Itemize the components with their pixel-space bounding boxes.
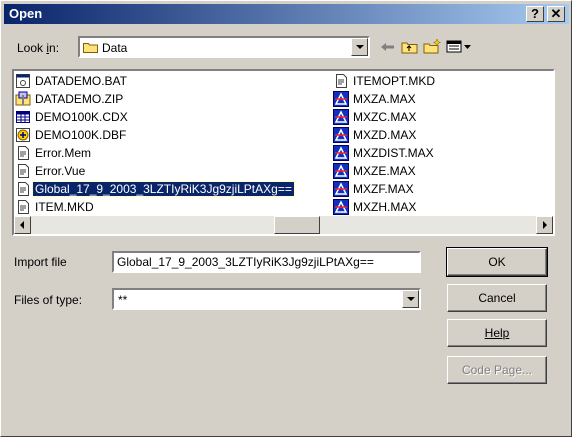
file-name: Error.Mem (35, 145, 92, 160)
document-icon (15, 163, 31, 179)
file-name: DATADEMO.ZIP (35, 91, 124, 106)
view-menu-icon (446, 40, 471, 53)
zip-file-icon (15, 91, 31, 107)
file-item[interactable]: Error.Mem (15, 144, 93, 161)
grid-file-icon (15, 109, 31, 125)
file-item[interactable]: MXZDIST.MAX (333, 144, 436, 161)
file-item[interactable]: MXZA.MAX (333, 90, 418, 107)
ok-button[interactable]: OK (446, 247, 548, 277)
new-folder-icon (423, 38, 442, 54)
file-item[interactable]: Error.Vue (15, 162, 87, 179)
folder-icon (83, 41, 98, 53)
files-of-type-value: ** (118, 293, 128, 307)
look-in-dropdown-button[interactable] (351, 38, 368, 56)
files-of-type-dropdown-button[interactable] (402, 290, 419, 308)
file-item[interactable]: DEMO100K.DBF (15, 126, 128, 143)
code-page-button[interactable]: Code Page... (447, 356, 547, 384)
close-button[interactable]: ✕ (547, 6, 565, 22)
file-name: MXZD.MAX (353, 127, 417, 142)
file-item[interactable]: MXZH.MAX (333, 198, 418, 215)
file-name: MXZA.MAX (353, 91, 416, 106)
file-item[interactable]: MXZF.MAX (333, 180, 416, 197)
file-name: Global_17_9_2003_3LZTIyRiK3Jg9zjiLPtAXg=… (32, 180, 295, 197)
file-name: MXZC.MAX (353, 109, 417, 124)
file-name: DATADEMO.BAT (35, 73, 128, 88)
help-button[interactable]: Help (447, 319, 547, 347)
open-dialog: Open ? ✕ Look in: Data DATADEMO.BAT DATAD… (0, 0, 572, 437)
files-of-type-label: Files of type: (14, 293, 83, 307)
scroll-right-button[interactable] (536, 216, 553, 234)
files-of-type-combo[interactable]: ** (112, 288, 421, 310)
file-item[interactable]: DATADEMO.BAT (15, 72, 129, 89)
import-file-label: Import file (14, 255, 67, 269)
file-item[interactable]: ITEMOPT.MKD (333, 72, 437, 89)
batch-file-icon (15, 73, 31, 89)
file-item[interactable]: ITEM.MKD (15, 198, 96, 215)
scroll-thumb[interactable] (274, 216, 320, 234)
file-name: ITEMOPT.MKD (353, 73, 436, 88)
look-in-value: Data (102, 41, 128, 55)
cancel-button[interactable]: Cancel (447, 284, 547, 312)
file-item[interactable]: DATADEMO.ZIP (15, 90, 125, 107)
file-item[interactable]: Global_17_9_2003_3LZTIyRiK3Jg9zjiLPtAXg=… (15, 180, 295, 197)
file-item[interactable]: MXZC.MAX (333, 108, 418, 125)
chevron-down-icon (407, 297, 415, 301)
file-name: MXZF.MAX (353, 181, 414, 196)
file-list[interactable]: DATADEMO.BAT DATADEMO.ZIP DEMO100K.CDX DEMO… (12, 69, 555, 236)
file-name: DEMO100K.DBF (35, 127, 127, 142)
up-folder-button[interactable] (400, 38, 420, 56)
max-file-icon (333, 144, 349, 161)
file-name: Error.Vue (35, 163, 86, 178)
file-name: MXZDIST.MAX (353, 145, 434, 160)
file-name: DEMO100K.CDX (35, 109, 128, 124)
max-file-icon (333, 108, 349, 125)
chevron-down-icon (356, 45, 364, 49)
file-item[interactable]: MXZD.MAX (333, 126, 418, 143)
document-icon (333, 73, 349, 89)
file-name: ITEM.MKD (35, 199, 94, 214)
document-icon (15, 145, 31, 161)
file-item[interactable]: MXZE.MAX (333, 162, 418, 179)
dialog-title: Open (9, 6, 43, 21)
file-name: MXZH.MAX (353, 199, 417, 214)
max-file-icon (333, 198, 349, 215)
file-name: MXZE.MAX (353, 163, 416, 178)
max-file-icon (333, 90, 349, 107)
import-file-input[interactable]: Global_17_9_2003_3LZTIyRiK3Jg9zjiLPtAXg=… (112, 251, 421, 273)
up-folder-icon (401, 42, 418, 54)
document-icon (15, 199, 31, 215)
help-button-label: Help (484, 326, 510, 340)
dbf-file-icon (15, 127, 31, 143)
max-file-icon (333, 180, 349, 197)
import-file-value: Global_17_9_2003_3LZTIyRiK3Jg9zjiLPtAXg=… (117, 255, 374, 269)
file-item[interactable]: DEMO100K.CDX (15, 108, 130, 125)
look-in-label: Look in: (17, 41, 60, 55)
max-file-icon (333, 162, 349, 179)
scroll-left-button[interactable] (14, 216, 31, 234)
help-icon: ? (531, 6, 539, 21)
title-bar[interactable]: Open ? ✕ (4, 4, 569, 24)
back-icon (381, 43, 394, 51)
look-in-combo[interactable]: Data (78, 36, 370, 58)
new-folder-button[interactable] (422, 38, 442, 56)
view-menu-button[interactable] (445, 38, 475, 56)
max-file-icon (333, 126, 349, 143)
horizontal-scrollbar[interactable] (14, 216, 553, 234)
arrow-right-icon (543, 221, 547, 229)
back-button[interactable] (378, 38, 398, 56)
arrow-left-icon (20, 221, 24, 229)
help-title-button[interactable]: ? (526, 6, 544, 22)
document-icon (15, 181, 31, 197)
close-icon: ✕ (550, 6, 562, 21)
